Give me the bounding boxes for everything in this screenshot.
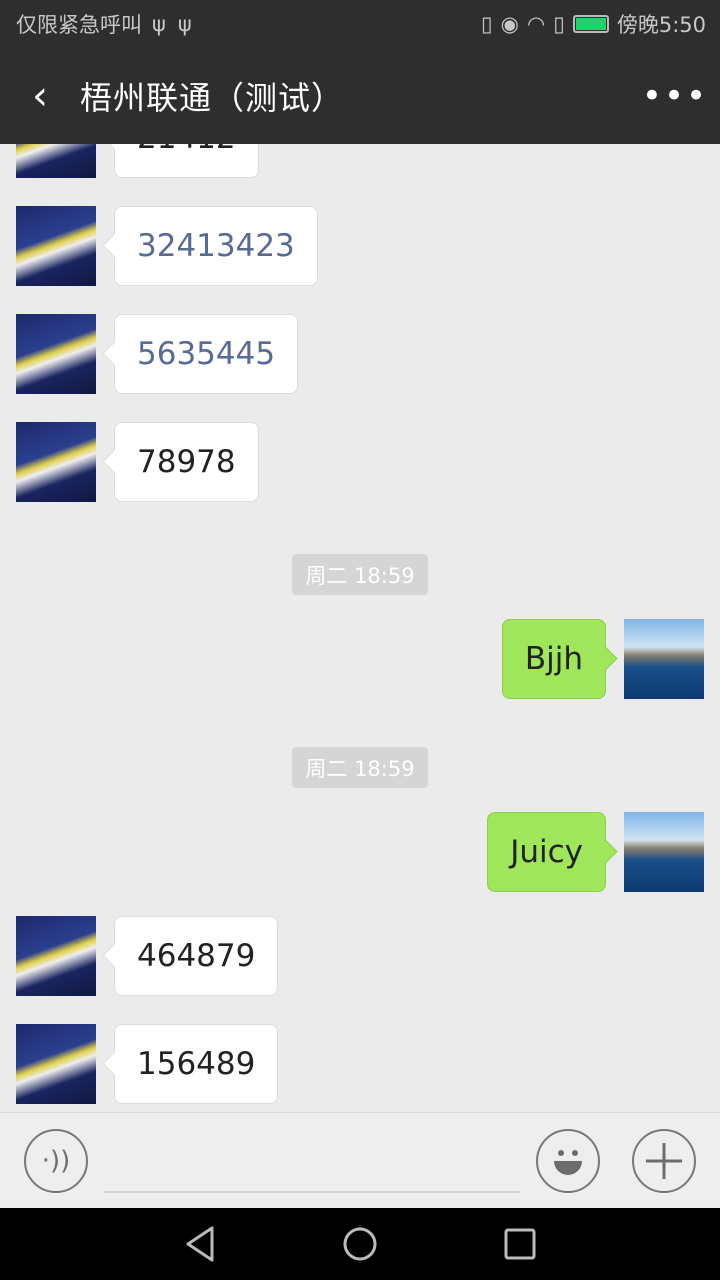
status-text: 仅限紧急呼叫 <box>16 13 142 37</box>
message-bubble[interactable]: 156489 <box>114 1024 279 1104</box>
voice-icon: ·)) <box>41 1146 71 1176</box>
avatar[interactable] <box>16 144 96 178</box>
message-bubble[interactable]: 21412 <box>114 144 259 178</box>
message-received: 156489 <box>16 1024 279 1104</box>
emoji-icon <box>554 1150 582 1175</box>
nav-recents-button[interactable] <box>504 1226 536 1266</box>
usb-icon: ψ <box>152 12 166 36</box>
back-button[interactable]: ‹ <box>0 48 80 144</box>
phone-link[interactable]: 32413423 <box>137 228 295 264</box>
message-bubble[interactable]: Juicy <box>487 812 606 892</box>
avatar[interactable] <box>16 1024 96 1104</box>
eye-icon: ◉ <box>500 12 519 36</box>
avatar[interactable] <box>16 422 96 502</box>
sim-alert-icon: ▯ <box>553 12 565 36</box>
usb-icon: ψ <box>177 12 192 36</box>
message-bubble[interactable]: 32413423 <box>114 206 318 286</box>
message-sent: Juicy <box>487 812 704 892</box>
system-nav-bar <box>0 1208 720 1280</box>
message-bubble[interactable]: 464879 <box>114 916 279 996</box>
chat-title: 梧州联通（测试） <box>80 79 345 117</box>
status-bar: 仅限紧急呼叫 ψ ψ ▯ ◉ ◠ ▯ 傍晚5:50 <box>0 0 720 48</box>
avatar[interactable] <box>16 314 96 394</box>
avatar[interactable] <box>16 916 96 996</box>
message-bubble[interactable]: Bjjh <box>501 619 606 699</box>
plus-button[interactable] <box>632 1129 696 1193</box>
nav-back-button[interactable] <box>184 1226 216 1266</box>
message-received: 21412 <box>16 144 259 178</box>
message-received: 78978 <box>16 422 259 502</box>
message-input[interactable] <box>104 1191 520 1193</box>
more-button[interactable]: ••• <box>630 48 720 144</box>
phone-link[interactable]: 5635445 <box>137 336 275 372</box>
message-received: 32413423 <box>16 206 318 286</box>
battery-icon <box>572 15 609 33</box>
message-sent: Bjjh <box>501 619 704 699</box>
square-recents-icon <box>504 1228 536 1260</box>
wifi-icon: ◠ <box>526 12 546 36</box>
message-received: 464879 <box>16 916 279 996</box>
chevron-left-icon: ‹ <box>32 73 48 119</box>
clock: 傍晚5:50 <box>616 13 706 37</box>
avatar[interactable] <box>16 206 96 286</box>
timestamp: 周二 18:59 <box>292 554 428 595</box>
vibrate-icon: ▯ <box>481 12 493 36</box>
avatar[interactable] <box>624 619 704 699</box>
avatar[interactable] <box>624 812 704 892</box>
circle-home-icon <box>343 1227 377 1261</box>
plus-icon <box>646 1143 682 1179</box>
chat-header: ‹ 梧州联通（测试） ••• <box>0 48 720 144</box>
triangle-back-icon <box>186 1226 214 1262</box>
timestamp: 周二 18:59 <box>292 747 428 788</box>
nav-home-button[interactable] <box>342 1226 378 1266</box>
input-bar: ·)) <box>0 1112 720 1208</box>
message-bubble[interactable]: 78978 <box>114 422 259 502</box>
message-received: 5635445 <box>16 314 299 394</box>
emoji-button[interactable] <box>536 1129 600 1193</box>
message-bubble[interactable]: 5635445 <box>114 314 299 394</box>
message-list[interactable]: 21412 32413423 5635445 78978 周二 18:59 Bj… <box>0 144 720 1112</box>
voice-button[interactable]: ·)) <box>24 1129 88 1193</box>
